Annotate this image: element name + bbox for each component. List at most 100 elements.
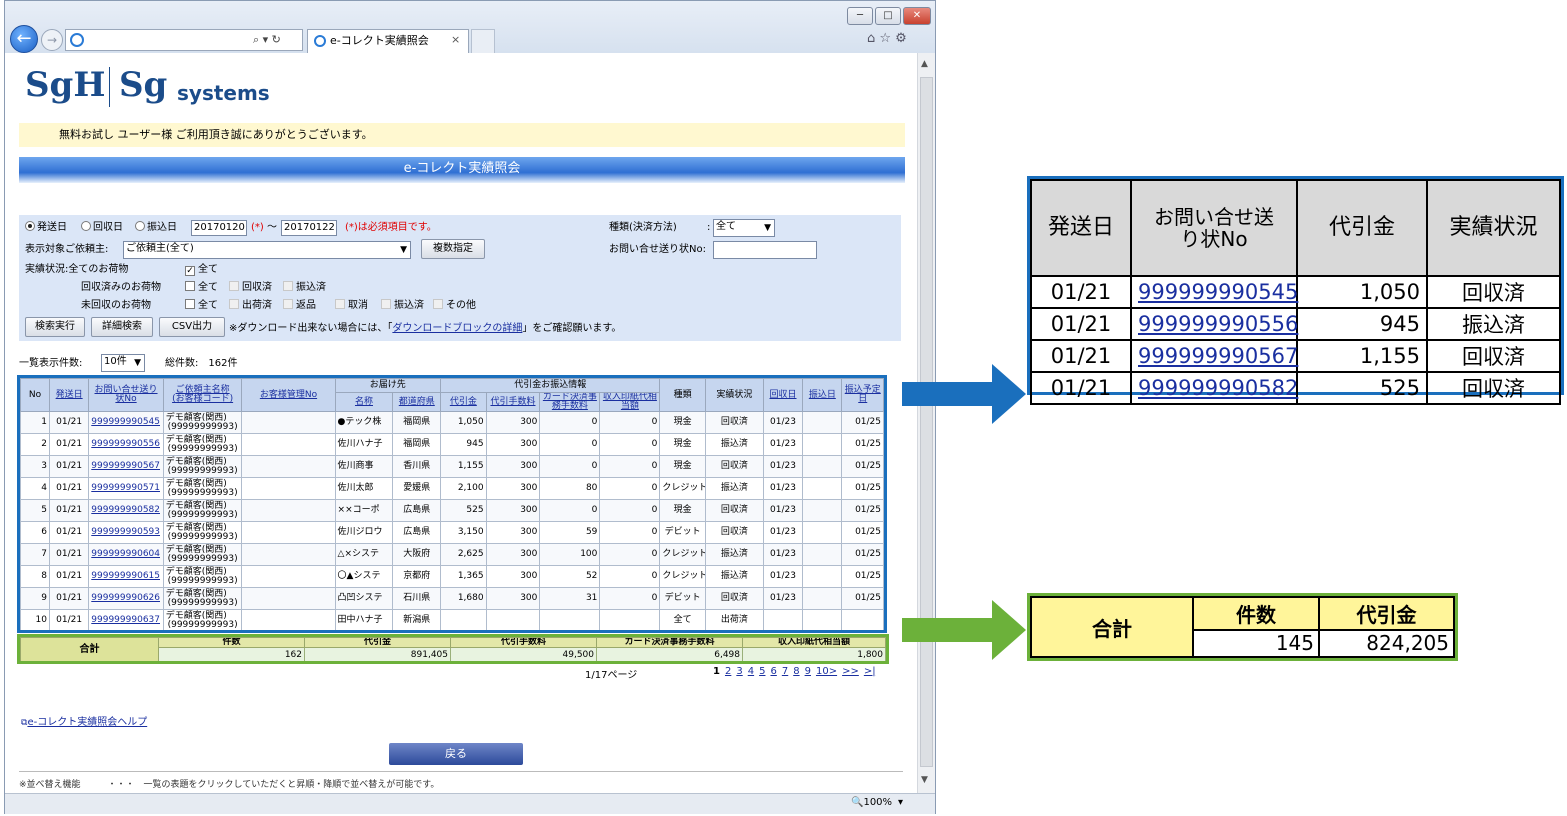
col-planned-date[interactable]: 振込予定日 (841, 378, 884, 412)
col-dest-pref-link[interactable]: 都道府県 (399, 397, 435, 407)
csv-export-button[interactable]: CSV出力 (159, 317, 225, 337)
inquiry-number-link[interactable]: 999999990567 (91, 461, 160, 471)
minimize-button[interactable]: ─ (847, 7, 873, 25)
collected-all-checkbox[interactable]: 全て (185, 281, 218, 295)
download-block-link[interactable]: ダウンロードブロックの詳細 (392, 323, 522, 334)
callout-inquiry-link[interactable]: 999999990556 (1138, 312, 1298, 336)
inquiry-number-link[interactable]: 999999990556 (91, 439, 160, 449)
inquiry-input[interactable] (713, 241, 817, 259)
cell-stamp (599, 609, 661, 630)
per-page-select[interactable]: 10件 ▼ (101, 354, 145, 372)
col-dest-name[interactable]: 名称 (334, 392, 394, 412)
home-favorites-tools-icons[interactable]: ⌂ ☆ ⚙ (867, 31, 907, 46)
cell-client: デモ顧客(関西) (99999999993) (162, 609, 243, 630)
multi-select-button[interactable]: 複数指定 (421, 239, 485, 259)
inquiry-number-link[interactable]: 999999990571 (91, 483, 160, 493)
page-link[interactable]: 4 (748, 666, 754, 677)
client-code: (99999999993) (167, 443, 238, 454)
col-stamp[interactable]: 収入印紙代相当額 (599, 392, 661, 412)
col-transfer-date[interactable]: 振込日 (802, 378, 843, 412)
client-select[interactable]: ご依頼主(全て) ▼ (123, 241, 411, 259)
inquiry-number-link[interactable]: 999999990637 (91, 615, 160, 625)
uncollected-transferred-checkbox[interactable]: 振込済 (381, 299, 424, 313)
radio-ship-date[interactable]: 発送日 (25, 221, 67, 235)
pagination: 1/17ページ 1 2 3 4 5 6 7 8 9 10> >> >| (585, 666, 885, 681)
page-link[interactable]: >| (864, 666, 876, 677)
col-collect-date[interactable]: 回収日 (762, 378, 804, 412)
back-button[interactable]: 戻る (389, 743, 523, 765)
new-tab-button[interactable] (471, 29, 495, 53)
maximize-button[interactable]: □ (875, 7, 901, 25)
detail-search-button[interactable]: 詳細検索 (91, 317, 153, 337)
col-dest-pref[interactable]: 都道府県 (392, 392, 442, 412)
cell-no: 6 (20, 521, 50, 544)
col-cod-link[interactable]: 代引金 (450, 397, 477, 407)
col-stamp-link[interactable]: 収入印紙代相当額 (603, 394, 657, 411)
browser-tab[interactable]: e-コレクト実績照会 (307, 29, 469, 53)
type-select[interactable]: 全て ▼ (713, 219, 775, 237)
page-link[interactable]: 2 (725, 666, 731, 677)
inquiry-number-link[interactable]: 999999990582 (91, 505, 160, 515)
col-cust-mgmt-link[interactable]: お客様管理No (260, 390, 317, 400)
page-link[interactable]: 3 (736, 666, 742, 677)
zoom-level[interactable]: 🔍100% ▾ (851, 797, 903, 808)
col-cust-mgmt[interactable]: お客様管理No (241, 378, 336, 412)
col-card-fee[interactable]: カード決済事務手数料 (539, 392, 601, 412)
collected-done-checkbox[interactable]: 回収済 (229, 281, 272, 295)
search-button[interactable]: 検索実行 (25, 317, 85, 337)
col-cod-fee-link[interactable]: 代引手数料 (490, 397, 535, 407)
radio-transfer-date[interactable]: 振込日 (135, 221, 177, 235)
callout-inquiry-link[interactable]: 999999990567 (1138, 344, 1298, 368)
callout-inquiry-link[interactable]: 999999990582 (1138, 376, 1298, 400)
col-client-code-link[interactable]: (お客様コード) (172, 394, 233, 404)
col-collect-link[interactable]: 回収日 (770, 390, 797, 400)
col-dest-name-link[interactable]: 名称 (355, 397, 373, 407)
scroll-up-icon[interactable]: ▲ (921, 59, 928, 69)
help-link[interactable]: e-コレクト実績照会ヘルプ (27, 717, 147, 728)
collected-transferred-checkbox[interactable]: 振込済 (283, 281, 326, 295)
inquiry-number-link[interactable]: 999999990545 (91, 417, 160, 427)
status-all-checkbox[interactable]: ✓ 全て (185, 263, 218, 277)
col-client[interactable]: ご依頼主名称 (お客様コード) (162, 378, 243, 412)
date-to-input[interactable]: 20170122 (281, 220, 337, 236)
page-link[interactable]: 1 (713, 666, 720, 677)
uncollected-shipped-checkbox[interactable]: 出荷済 (229, 299, 272, 313)
uncollected-all-checkbox[interactable]: 全て (185, 299, 218, 313)
col-inquiry-link[interactable]: お問い合せ送り状No (95, 385, 158, 404)
uncollected-returned-checkbox[interactable]: 返品 (283, 299, 316, 313)
uncollected-cancel-checkbox[interactable]: 取消 (335, 299, 368, 313)
forward-arrow-icon[interactable]: → (41, 29, 63, 51)
col-ship-date-link[interactable]: 発送日 (56, 390, 83, 400)
uncollected-other-checkbox[interactable]: その他 (433, 299, 476, 313)
page-link[interactable]: 7 (782, 666, 788, 677)
page-link[interactable]: 9 (805, 666, 811, 677)
back-arrow-icon[interactable]: ← (10, 25, 38, 53)
inquiry-number-link[interactable]: 999999990626 (91, 593, 160, 603)
page-link[interactable]: 10> (816, 666, 837, 677)
page-link[interactable]: 6 (770, 666, 776, 677)
col-cod-fee[interactable]: 代引手数料 (485, 392, 541, 412)
checkbox-icon (229, 281, 239, 291)
inquiry-number-link[interactable]: 999999990604 (91, 549, 160, 559)
cell-inquiry: 999999990567 (88, 455, 164, 478)
callout-inquiry-link[interactable]: 999999990545 (1138, 280, 1298, 304)
scroll-down-icon[interactable]: ▼ (921, 775, 928, 785)
cell-card: 0 (539, 499, 601, 522)
inquiry-number-link[interactable]: 999999990615 (91, 571, 160, 581)
inquiry-number-link[interactable]: 999999990593 (91, 527, 160, 537)
tab-close-icon[interactable]: × (451, 33, 460, 46)
col-ship-date[interactable]: 発送日 (48, 378, 90, 412)
col-card-fee-link[interactable]: カード決済事務手数料 (543, 394, 597, 411)
col-planned-link[interactable]: 振込予定日 (845, 385, 881, 404)
col-transfer-link[interactable]: 振込日 (809, 390, 836, 400)
address-actions[interactable]: ⌕ ▾ ↻ (253, 29, 281, 51)
radio-collect-date[interactable]: 回収日 (81, 221, 123, 235)
cell-client: デモ顧客(関西) (99999999993) (162, 521, 243, 544)
date-from-input[interactable]: 20170120 (191, 220, 247, 236)
col-cod[interactable]: 代引金 (440, 392, 487, 412)
col-inquiry[interactable]: お問い合せ送り状No (88, 378, 164, 412)
page-link[interactable]: >> (842, 666, 859, 677)
close-window-button[interactable]: ✕ (903, 7, 931, 25)
page-link[interactable]: 5 (759, 666, 765, 677)
page-link[interactable]: 8 (793, 666, 799, 677)
